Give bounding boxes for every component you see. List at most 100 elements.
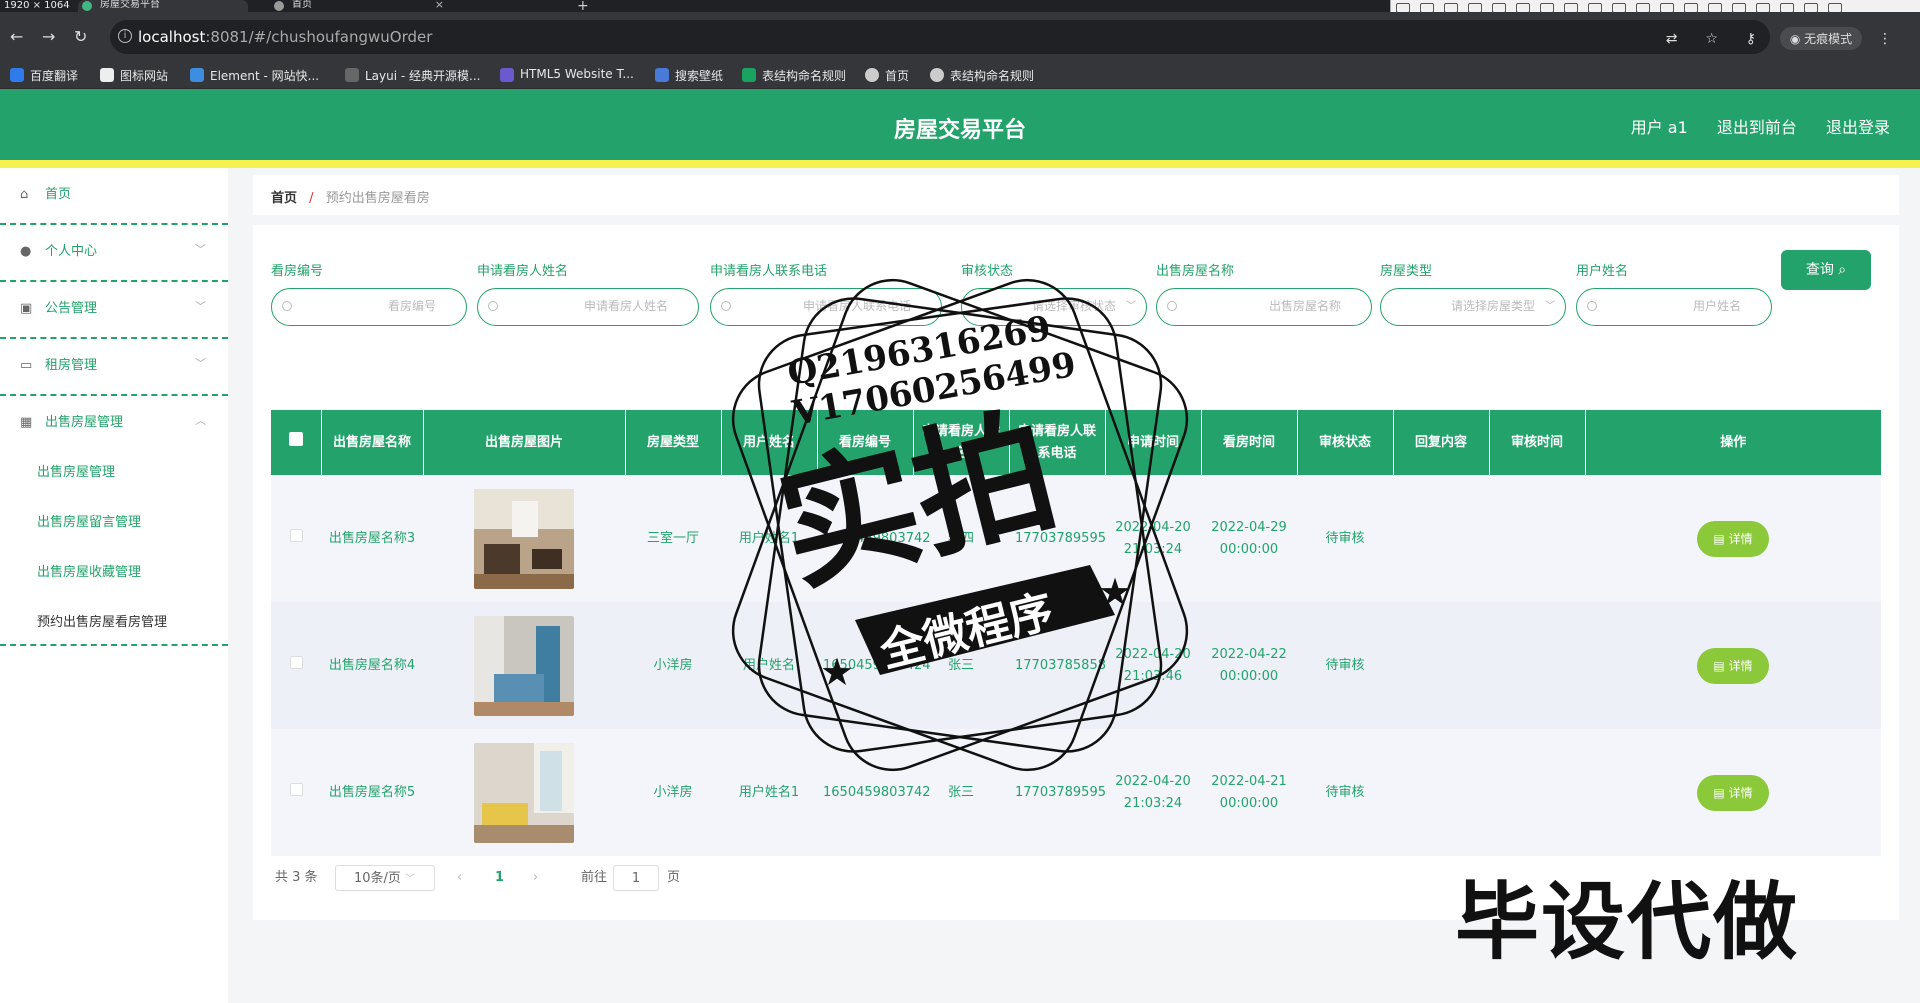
detail-button[interactable]: ▤ 详情 [1697,520,1769,557]
applicant-name-input[interactable]: 申请看房人姓名 [477,288,699,326]
current-user: 用户 a1 [1630,118,1688,137]
app-header: 房屋交易平台 用户 a1 退出到前台 退出登录 [0,89,1920,160]
chevron-up-icon: ︿ [195,414,206,427]
sidebar-sub-sale-favorite[interactable]: 出售房屋收藏管理 [37,561,141,580]
sidebar-sub-sale-message[interactable]: 出售房屋留言管理 [37,511,141,530]
cell-sale-name: 出售房屋名称5 [328,784,416,800]
row-checkbox[interactable] [289,782,303,796]
sidebar-sub-sale-house[interactable]: 出售房屋管理 [37,461,115,480]
close-icon[interactable]: × [435,0,444,10]
back-icon[interactable]: ← [10,27,23,46]
translate-icon [10,68,24,82]
breadcrumb-home[interactable]: 首页 [271,191,297,206]
next-page-button[interactable]: › [533,865,538,891]
bookmark-item[interactable]: 首页 [865,67,909,84]
filter-label-viewing-no: 看房编号 [271,264,324,279]
tab-house-platform[interactable]: 房屋交易平台 [78,0,248,12]
reload-icon[interactable]: ↻ [74,27,87,46]
prev-page-button[interactable]: ‹ [457,865,462,891]
chevron-down-icon: ﹀ [405,874,416,885]
goto-label: 前往 [581,870,608,885]
sidebar-item-home[interactable]: ⌂ 首页 [0,168,228,225]
cell-reply [1393,475,1489,602]
watermark-stamp: Q2196316269 V17060256499 实拍 全微程序 ★ ★ [720,275,1200,780]
viewing-no-input[interactable]: 看房编号 [271,288,467,326]
sidebar-item-sale[interactable]: ▦ 出售房屋管理 ︿ [0,396,228,453]
chevron-down-icon: ﹀ [1545,301,1555,312]
key-icon[interactable]: ⚷ [1746,31,1756,47]
sidebar-item-notice[interactable]: ▣ 公告管理 ﹀ [0,282,228,339]
house-photo [474,615,574,716]
cell-status: 待审核 [1325,784,1365,800]
globe-icon [865,68,879,82]
column-header: 操作 [1720,434,1747,450]
incognito-label: 无痕模式 [1804,32,1853,46]
filter-label-user-name: 用户姓名 [1576,264,1629,279]
star-icon[interactable]: ☆ [1705,31,1718,47]
pagination-total: 共 3 条 [275,870,318,885]
forward-icon[interactable]: → [42,27,55,46]
translate-icon[interactable]: ⇄ [1666,31,1678,47]
cell-view-time: 2022-04-29 00:00:00 [1211,519,1287,557]
bookmark-item[interactable]: 图标网站 [100,67,168,84]
tab-home[interactable]: 首页 × [270,0,450,12]
menu-icon[interactable]: ⋮ [1878,31,1892,47]
header-links: 用户 a1 退出到前台 退出登录 [1607,114,1890,138]
sidebar-item-personal-center[interactable]: ● 个人中心 ﹀ [0,225,228,282]
chevron-down-icon: ﹀ [195,357,206,370]
detail-button[interactable]: ▤ 详情 [1697,647,1769,684]
cell-audit-time [1489,602,1585,729]
column-header: 房屋类型 [625,410,722,475]
header-accent-bar [0,160,1920,168]
sidebar-item-rent[interactable]: ▭ 租房管理 ﹀ [0,339,228,396]
filter-label-applicant-name: 申请看房人姓名 [477,264,569,279]
html5-icon [500,68,514,82]
url-input[interactable]: i localhost:8081/#/chushoufangwuOrder [110,20,1770,54]
page-number[interactable]: 1 [495,865,504,891]
incognito-badge[interactable]: ◉ 无痕模式 [1779,27,1863,50]
detail-button[interactable]: ▤ 详情 [1697,774,1769,811]
chat-icon: ▭ [20,358,33,373]
layui-icon [345,68,359,82]
incognito-icon: ◉ [1789,32,1801,46]
cell-reply [1393,602,1489,729]
logout-link[interactable]: 退出登录 [1826,118,1890,137]
url-path: :8081/#/chushoufangwuOrder [205,28,433,46]
divider [0,644,228,646]
info-icon[interactable]: i [118,29,132,43]
star-icon: ★ [820,650,854,694]
goto-page-input[interactable]: 1 [613,865,659,891]
window-dims: 1920 × 1064 [4,0,70,11]
filter-label-house-type: 房屋类型 [1380,264,1433,279]
search-icon [1587,301,1597,311]
bookmarks-bar: 百度翻译 图标网站 Element - 网站快... Layui - 经典开源模… [0,62,1920,89]
cell-house-type: 小洋房 [653,784,693,800]
house-type-select[interactable]: 请选择房屋类型 ﹀ [1380,288,1566,326]
bookmark-item[interactable]: Layui - 经典开源模... [345,67,480,84]
sidebar-sub-sale-viewing[interactable]: 预约出售房屋看房管理 [37,611,167,630]
page-size-select[interactable]: 10条/页 ﹀ [335,865,435,891]
breadcrumb-separator: / [309,191,314,206]
address-bar: ← → ↻ i localhost:8081/#/chushoufangwuOr… [0,12,1920,62]
query-button[interactable]: 查询 ⌕ [1781,250,1871,290]
bookmark-item[interactable]: 表结构命名规则 [930,67,1034,84]
bookmark-item[interactable]: 百度翻译 [10,67,78,84]
column-header: 审核状态 [1297,410,1394,475]
row-checkbox[interactable] [289,655,303,669]
column-header: 回复内容 [1393,410,1490,475]
user-name-input[interactable]: 用户姓名 [1576,288,1772,326]
select-all-checkbox[interactable] [271,410,322,475]
bookmark-item[interactable]: HTML5 Website T... [500,67,634,82]
row-checkbox[interactable] [289,528,303,542]
house-photo [474,488,574,589]
address-bar-actions: ⇄ ☆ ⚷ ◉ 无痕模式 ⋮ [1654,27,1904,50]
element-icon [190,68,204,82]
search-icon [488,301,498,311]
bookmark-item[interactable]: Element - 网站快... [190,67,319,84]
bookmark-item[interactable]: 搜索壁纸 [655,67,723,84]
globe-icon [930,68,944,82]
bookmark-item[interactable]: 表结构命名规则 [742,67,846,84]
column-header: 出售房屋名称 [321,410,424,475]
cell-status: 待审核 [1325,530,1365,546]
exit-to-front-link[interactable]: 退出到前台 [1717,118,1797,137]
